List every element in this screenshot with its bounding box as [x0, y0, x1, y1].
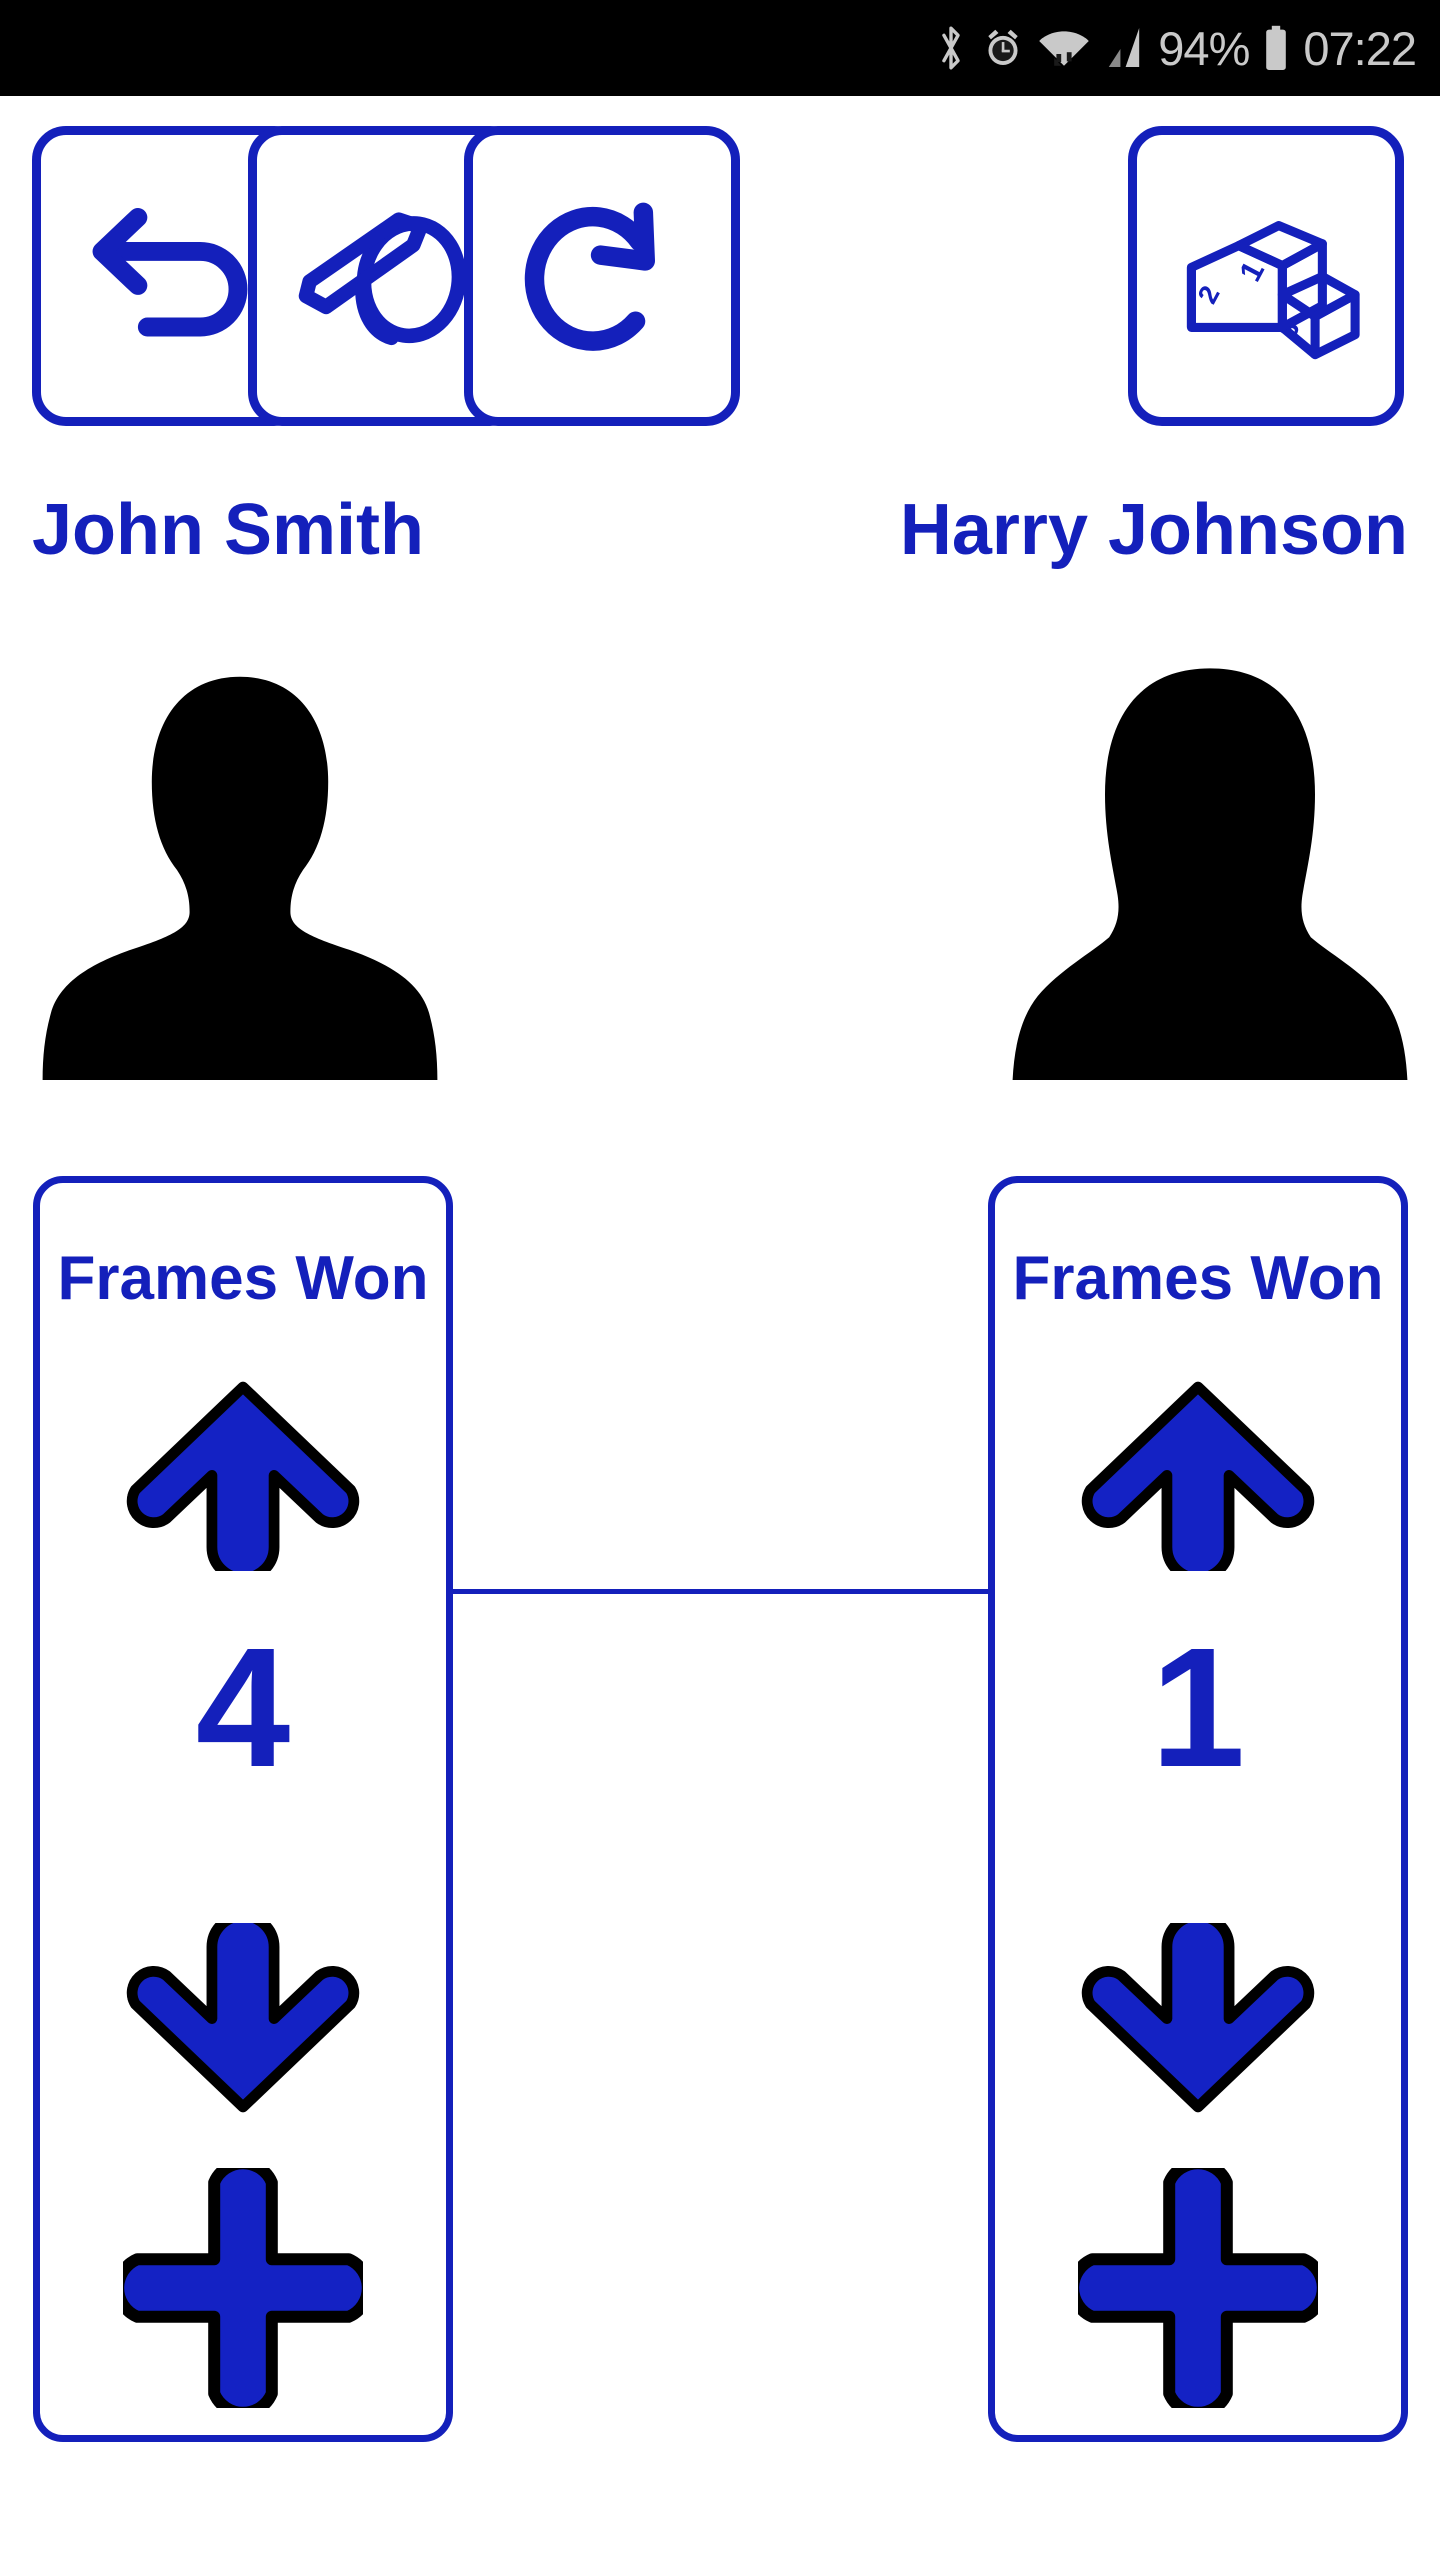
plus-icon	[123, 2168, 363, 2408]
clock-label: 07:22	[1303, 21, 1417, 75]
score-value-left: 4	[195, 1613, 291, 1803]
male-silhouette-avatar	[30, 650, 450, 1080]
score-panel-right: Frames Won 1	[988, 1176, 1408, 2442]
signal-icon	[1104, 25, 1144, 71]
refresh-icon	[510, 189, 695, 364]
status-bar: 94% 07:22	[0, 0, 1440, 96]
panel-title-right: Frames Won	[1012, 1244, 1384, 1313]
decrement-button-left[interactable]	[123, 1923, 363, 2119]
battery-percent-label: 94%	[1158, 21, 1250, 75]
undo-arrow-icon	[75, 191, 265, 361]
panel-title-left: Frames Won	[57, 1244, 429, 1313]
toolbar: 1 2 3	[0, 96, 1440, 436]
player-name-right[interactable]: Harry Johnson	[900, 470, 1408, 590]
increment-button-left[interactable]	[123, 1375, 363, 1571]
female-silhouette-avatar	[1000, 650, 1420, 1080]
decrement-button-right[interactable]	[1078, 1923, 1318, 2119]
plus-icon	[1078, 2168, 1318, 2408]
down-arrow-icon	[1078, 1923, 1318, 2119]
whistle-icon	[286, 191, 486, 361]
score-value-right: 1	[1150, 1613, 1246, 1803]
add-button-right[interactable]	[1078, 2168, 1318, 2408]
reset-button[interactable]	[464, 126, 740, 426]
up-arrow-icon	[1078, 1375, 1318, 1571]
app-screen: 94% 07:22 1 2 3 John Smith Harry Johnson…	[0, 0, 1440, 2560]
avatar-right[interactable]	[1000, 650, 1420, 1080]
player-names-row: John Smith Harry Johnson	[0, 470, 1440, 590]
leaderboard-button[interactable]: 1 2 3	[1128, 126, 1404, 426]
bluetooth-icon	[934, 24, 968, 72]
wifi-icon	[1038, 25, 1090, 71]
player-name-left[interactable]: John Smith	[32, 470, 424, 590]
increment-button-right[interactable]	[1078, 1375, 1318, 1571]
battery-icon	[1263, 25, 1289, 71]
add-button-left[interactable]	[123, 2168, 363, 2408]
score-panel-left: Frames Won 4	[33, 1176, 453, 2442]
up-arrow-icon	[123, 1375, 363, 1571]
panel-connector-line	[446, 1589, 988, 1594]
podium-icon: 1 2 3	[1166, 184, 1366, 369]
avatar-left[interactable]	[30, 650, 450, 1080]
svg-text:2: 2	[1191, 280, 1225, 308]
avatars-row	[0, 650, 1440, 1080]
alarm-icon	[982, 26, 1024, 70]
down-arrow-icon	[123, 1923, 363, 2119]
